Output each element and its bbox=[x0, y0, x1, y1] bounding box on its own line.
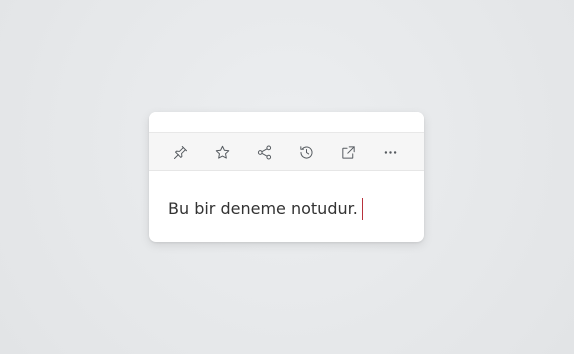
pin-icon bbox=[173, 145, 187, 159]
star-icon bbox=[215, 145, 229, 159]
pin-button[interactable] bbox=[170, 142, 190, 162]
favorite-button[interactable] bbox=[212, 142, 232, 162]
share-button[interactable] bbox=[254, 142, 274, 162]
note-title-bar[interactable] bbox=[149, 112, 424, 133]
more-options-button[interactable] bbox=[380, 142, 400, 162]
note-toolbar bbox=[149, 133, 424, 171]
more-horizontal-icon bbox=[384, 150, 396, 154]
note-text: Bu bir deneme notudur. bbox=[168, 199, 358, 218]
share-icon bbox=[257, 145, 271, 159]
history-icon bbox=[299, 145, 313, 158]
history-button[interactable] bbox=[296, 142, 316, 162]
open-external-button[interactable] bbox=[338, 142, 358, 162]
note-card: Bu bir deneme notudur. bbox=[149, 112, 424, 242]
note-text-editor[interactable]: Bu bir deneme notudur. bbox=[168, 196, 408, 222]
external-link-icon bbox=[341, 145, 355, 159]
text-caret bbox=[361, 197, 363, 220]
